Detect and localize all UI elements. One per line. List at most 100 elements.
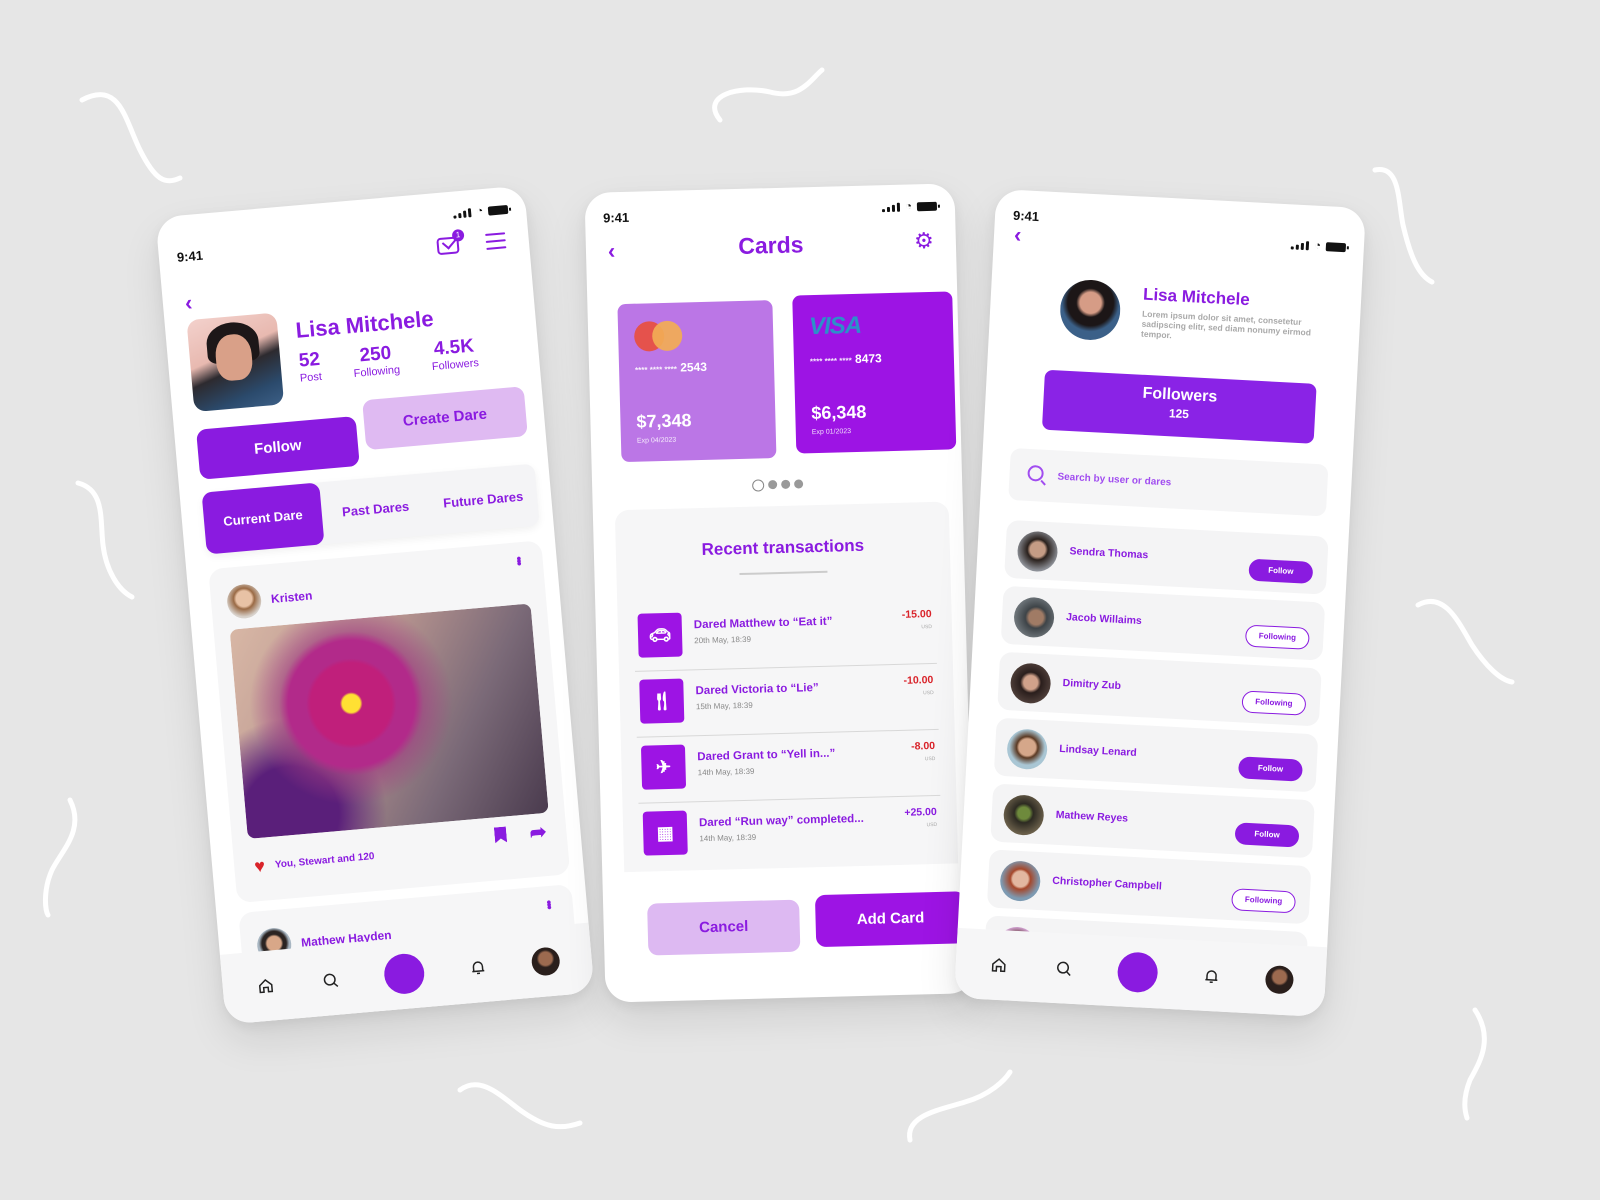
more-options-icon[interactable]: ••• bbox=[541, 899, 557, 908]
heart-icon[interactable]: ♥ bbox=[253, 856, 265, 878]
follower-avatar bbox=[1002, 794, 1045, 837]
search-icon[interactable] bbox=[318, 968, 342, 992]
transaction-row[interactable]: ✈︎ Dared Grant to “Yell in...” 14th May,… bbox=[636, 729, 941, 804]
transaction-currency: USD bbox=[923, 690, 934, 697]
follower-avatar bbox=[1013, 596, 1056, 639]
follower-name: Dimitry Zub bbox=[1062, 677, 1122, 693]
card-number: **** **** **** 8473 bbox=[810, 351, 882, 367]
wifi-icon: ◔ bbox=[475, 205, 484, 218]
search-input[interactable] bbox=[1056, 464, 1308, 502]
carousel-dot[interactable] bbox=[793, 479, 803, 489]
visa-card[interactable]: VISA **** **** **** 8473 $6,348 Exp 01/2… bbox=[792, 291, 957, 454]
tab-past-dares[interactable]: Past Dares bbox=[321, 496, 430, 520]
status-time: 9:41 bbox=[176, 247, 204, 265]
home-icon[interactable] bbox=[253, 974, 277, 998]
follow-button[interactable]: Follow bbox=[1234, 822, 1300, 848]
mail-badge: 1 bbox=[451, 228, 465, 242]
post-likes: ♥ You, Stewart and 120 bbox=[253, 846, 375, 877]
follower-avatar bbox=[1016, 530, 1059, 573]
carousel-dots bbox=[592, 471, 962, 499]
stat-value: 52 bbox=[297, 348, 321, 372]
status-bar: 9:41 ◔ bbox=[1012, 208, 1347, 253]
transaction-title: Dared “Run way” completed... bbox=[698, 812, 864, 830]
followers-screen: 9:41 ◔ ‹ Lisa Mitchele Lorem ipsum dolor… bbox=[954, 188, 1366, 1018]
follower-row[interactable]: Jacob Willaims Following bbox=[1000, 585, 1326, 661]
following-button[interactable]: Following bbox=[1244, 624, 1310, 650]
signal-icon bbox=[882, 202, 901, 213]
transaction-row[interactable]: 🍴︎ Dared Victoria to “Lie” 15th May, 18:… bbox=[635, 663, 939, 738]
bell-icon[interactable] bbox=[1200, 965, 1223, 988]
transaction-amount: +25.00 bbox=[904, 805, 937, 819]
transaction-date: 20th May, 18:39 bbox=[694, 634, 752, 646]
search-icon bbox=[1027, 464, 1045, 482]
carousel-dot[interactable] bbox=[751, 479, 764, 492]
add-card-button[interactable]: Add Card bbox=[814, 891, 967, 948]
home-icon[interactable] bbox=[987, 953, 1010, 976]
create-fab-button[interactable] bbox=[1116, 951, 1159, 994]
follow-button[interactable]: Follow bbox=[1237, 756, 1303, 782]
card-mask: **** **** **** bbox=[635, 364, 678, 375]
transaction-date: 14th May, 18:39 bbox=[699, 832, 757, 844]
carousel-dot[interactable] bbox=[780, 479, 790, 489]
bookmark-icon[interactable] bbox=[494, 826, 507, 843]
profile-name: Lisa Mitchele bbox=[294, 305, 435, 343]
bell-icon[interactable] bbox=[466, 955, 490, 979]
stat-posts: 52 Post bbox=[297, 348, 322, 385]
follower-row[interactable]: Mathew Reyes Follow bbox=[990, 783, 1315, 859]
following-button[interactable]: Following bbox=[1241, 690, 1307, 716]
transaction-title: Dared Grant to “Yell in...” bbox=[697, 747, 836, 764]
likes-text: You, Stewart and 120 bbox=[274, 851, 375, 871]
back-button[interactable]: ‹ bbox=[1013, 222, 1022, 248]
card-last4: 8473 bbox=[854, 351, 882, 366]
tab-current-dare[interactable]: Current Dare bbox=[201, 482, 325, 555]
transaction-title: Dared Victoria to “Lie” bbox=[695, 682, 819, 698]
cards-screen: 9:41 ◔ ‹ Cards ⚙ **** **** **** 2543 $7,… bbox=[584, 183, 976, 1003]
share-icon[interactable]: ➦ bbox=[529, 819, 548, 845]
post-image[interactable] bbox=[229, 603, 549, 839]
create-dare-button[interactable]: Create Dare bbox=[362, 386, 528, 451]
tab-future-dares[interactable]: Future Dares bbox=[429, 487, 538, 511]
post-author[interactable]: Kristen bbox=[225, 578, 314, 620]
mail-icon[interactable]: 1 bbox=[436, 228, 465, 256]
profile-avatar-nav[interactable] bbox=[530, 946, 562, 977]
follower-name: Lindsay Lenard bbox=[1058, 742, 1138, 759]
search-icon[interactable] bbox=[1052, 957, 1075, 980]
follower-row[interactable]: Sendra Thomas Follow bbox=[1004, 519, 1329, 595]
back-button[interactable]: ‹ bbox=[184, 290, 194, 317]
stat-followers: 4.5K Followers bbox=[430, 335, 480, 374]
stat-label: Following bbox=[353, 363, 401, 380]
follower-row[interactable]: Dimitry Zub Following bbox=[997, 651, 1322, 727]
card-number: **** **** **** 2543 bbox=[635, 360, 707, 376]
transaction-currency: USD bbox=[924, 755, 936, 763]
follower-row[interactable]: Lindsay Lenard Follow bbox=[993, 717, 1319, 793]
gear-icon[interactable]: ⚙ bbox=[914, 228, 934, 255]
cancel-button[interactable]: Cancel bbox=[647, 899, 801, 956]
follower-name: Christopher Campbell bbox=[1052, 874, 1163, 893]
followers-button[interactable]: Followers 125 bbox=[1041, 369, 1317, 444]
battery-icon bbox=[916, 201, 938, 212]
profile-avatar bbox=[1058, 278, 1122, 342]
carousel-dot[interactable] bbox=[767, 480, 777, 490]
divider bbox=[739, 570, 828, 576]
mastercard-card[interactable]: **** **** **** 2543 $7,348 Exp 04/2023 bbox=[617, 300, 777, 463]
transaction-row[interactable]: 🚗︎ Dared Matthew to “Eat it” 20th May, 1… bbox=[633, 597, 937, 672]
profile-avatar-nav[interactable] bbox=[1265, 965, 1295, 995]
stat-following: 250 Following bbox=[351, 342, 400, 380]
follow-button[interactable]: Follow bbox=[196, 415, 360, 480]
transaction-currency: USD bbox=[921, 624, 933, 631]
battery-icon bbox=[487, 204, 509, 216]
more-options-icon[interactable]: ••• bbox=[511, 556, 527, 565]
menu-icon[interactable] bbox=[485, 232, 507, 255]
card-mask: **** **** **** bbox=[809, 356, 852, 367]
follow-button[interactable]: Follow bbox=[1248, 558, 1314, 584]
following-button[interactable]: Following bbox=[1231, 888, 1297, 914]
follower-row[interactable]: Christopher Campbell Following bbox=[986, 849, 1312, 925]
post-card: Kristen ••• ♥ You, Stewart and 120 ➦ bbox=[208, 540, 571, 904]
create-fab-button[interactable] bbox=[382, 952, 426, 996]
follower-avatar bbox=[1009, 662, 1052, 705]
battery-icon bbox=[1325, 242, 1347, 253]
transaction-row[interactable]: ▦ Dared “Run way” completed... 14th May,… bbox=[638, 796, 942, 870]
card-balance: $6,348 bbox=[811, 401, 867, 424]
mastercard-logo-icon bbox=[633, 320, 685, 352]
stat-label: Followers bbox=[431, 357, 480, 374]
